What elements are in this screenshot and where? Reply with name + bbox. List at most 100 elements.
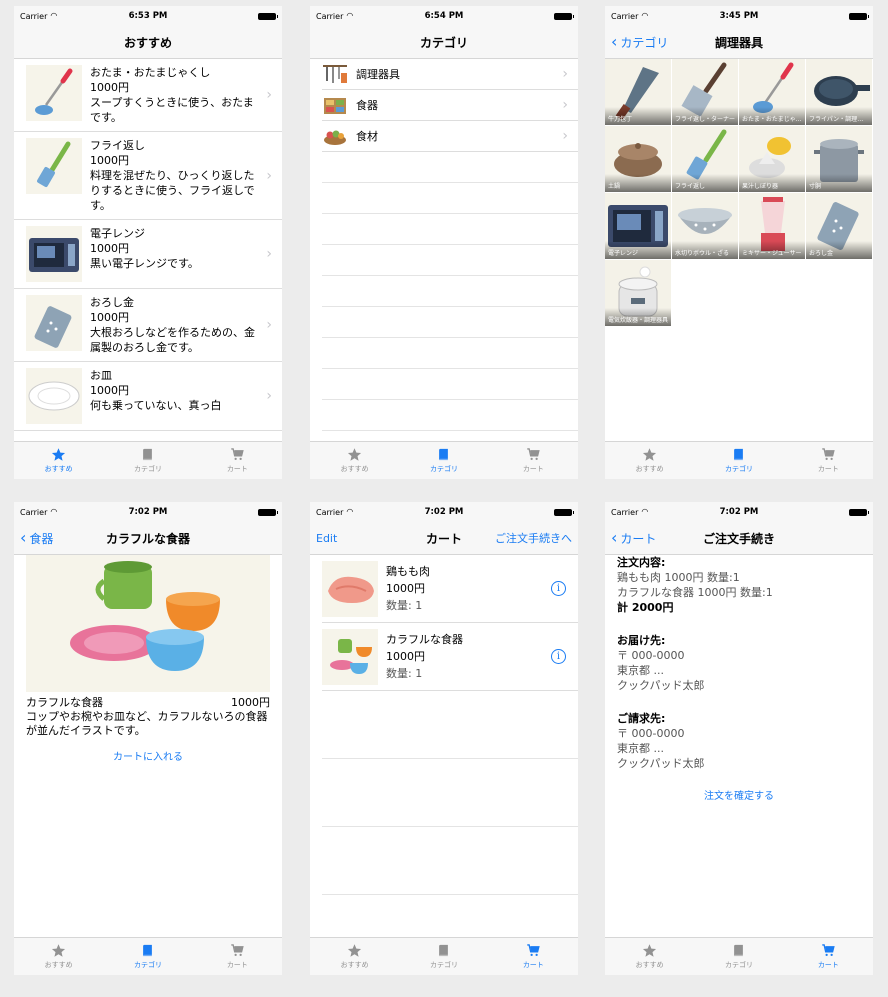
grid-item[interactable]: フライ返し bbox=[672, 126, 738, 192]
clock: 6:54 PM bbox=[424, 11, 464, 21]
grid-item[interactable]: ミキサー・ジューサー bbox=[739, 193, 805, 259]
checkout-button[interactable]: ご注文手続きへ bbox=[495, 530, 572, 546]
item-price: 1000円 bbox=[90, 384, 129, 397]
billing-line: 東京都 ... bbox=[617, 742, 664, 755]
tab-label: カテゴリ bbox=[133, 465, 162, 473]
grid-caption: 電子レンジ bbox=[605, 241, 671, 259]
item-price: 1000円 bbox=[90, 311, 129, 324]
nav-bar: おすすめ bbox=[14, 26, 282, 59]
nav-bar: ‹ カート ご注文手続き bbox=[605, 522, 873, 555]
cart-item-price: 1000円 bbox=[386, 582, 425, 595]
tab-recommend[interactable]: おすすめ bbox=[14, 938, 103, 975]
empty-row bbox=[322, 759, 578, 827]
add-to-cart-button[interactable]: カートに入れる bbox=[14, 748, 282, 763]
page-title: カート bbox=[425, 531, 462, 546]
confirm-order-button[interactable]: 注文を確定する bbox=[617, 789, 861, 804]
tab-category[interactable]: カテゴリ bbox=[694, 938, 783, 975]
status-bar: Carrier ◠ 7:02 PM bbox=[310, 502, 578, 522]
tab-recommend[interactable]: おすすめ bbox=[605, 938, 694, 975]
ladle-icon bbox=[26, 65, 82, 121]
tab-recommend[interactable]: おすすめ bbox=[310, 442, 399, 479]
tab-bar: おすすめ カテゴリ カート bbox=[605, 937, 873, 975]
info-icon[interactable]: i bbox=[551, 581, 566, 596]
tab-cart[interactable]: カート bbox=[489, 442, 578, 479]
tab-recommend[interactable]: おすすめ bbox=[14, 442, 103, 479]
tab-category[interactable]: カテゴリ bbox=[103, 938, 192, 975]
category-item[interactable]: 食材 › bbox=[322, 121, 578, 152]
back-button[interactable]: ‹ 食器 bbox=[20, 530, 53, 547]
grid-item[interactable]: おろし金 bbox=[806, 193, 872, 259]
grid-item[interactable]: 水切りボウル・ざる bbox=[672, 193, 738, 259]
tab-recommend[interactable]: おすすめ bbox=[605, 442, 694, 479]
tab-category[interactable]: カテゴリ bbox=[399, 938, 488, 975]
tab-cart[interactable]: カート bbox=[784, 442, 873, 479]
tab-cart[interactable]: カート bbox=[784, 938, 873, 975]
grid-item[interactable]: フライパン・調理器具 bbox=[806, 59, 872, 125]
chevron-right-icon: › bbox=[266, 388, 272, 404]
microwave-icon bbox=[26, 226, 82, 282]
empty-row bbox=[322, 214, 578, 245]
tab-label: カート bbox=[226, 465, 248, 473]
grid-item[interactable]: フライ返し・ターナー bbox=[672, 59, 738, 125]
list-item[interactable]: おたま・おたまじゃくし 1000円 スープすくうときに使う、おたまです。 › bbox=[14, 59, 282, 132]
cart-icon bbox=[230, 447, 245, 462]
empty-row bbox=[322, 827, 578, 895]
cart-icon bbox=[526, 447, 541, 462]
grid-item[interactable]: 果汁しぼり器 bbox=[739, 126, 805, 192]
tab-label: カート bbox=[522, 465, 544, 473]
grid-caption: フライ返し・ターナー bbox=[672, 107, 738, 125]
recommend-list[interactable]: おたま・おたまじゃくし 1000円 スープすくうときに使う、おたまです。 › フライ… bbox=[14, 59, 282, 441]
chevron-right-icon: › bbox=[266, 246, 272, 262]
grid-item[interactable]: おたま・おたまじゃくし bbox=[739, 59, 805, 125]
category-list[interactable]: 調理器具 › 食器 › 食材 › bbox=[310, 59, 578, 441]
tab-cart[interactable]: カート bbox=[193, 442, 282, 479]
cart-item-name: カラフルな食器 bbox=[386, 633, 463, 646]
tab-category[interactable]: カテゴリ bbox=[399, 442, 488, 479]
clock: 7:02 PM bbox=[128, 507, 168, 517]
cart-item[interactable]: 鶏もも肉 1000円 数量: 1 i bbox=[322, 555, 578, 623]
tab-cart[interactable]: カート bbox=[193, 938, 282, 975]
back-button[interactable]: ‹ カート bbox=[611, 530, 656, 547]
battery-icon bbox=[554, 12, 574, 20]
tab-category[interactable]: カテゴリ bbox=[103, 442, 192, 479]
list-item[interactable]: お皿 1000円 何も乗っていない、真っ白 › bbox=[14, 362, 282, 431]
book-icon bbox=[140, 447, 155, 462]
tab-label: おすすめ bbox=[44, 961, 73, 969]
cart-item[interactable]: カラフルな食器 1000円 数量: 1 i bbox=[322, 623, 578, 691]
star-icon bbox=[642, 943, 657, 958]
billing-line: 〒 000-0000 bbox=[617, 727, 685, 740]
shipping-line: 〒 000-0000 bbox=[617, 649, 685, 662]
tab-category[interactable]: カテゴリ bbox=[694, 442, 783, 479]
screen-cart: Carrier ◠ 7:02 PM Edit カート ご注文手続きへ 鶏もも肉 10… bbox=[310, 502, 578, 975]
grid-item[interactable]: 土鍋 bbox=[605, 126, 671, 192]
grid-item[interactable]: 寸胴 bbox=[806, 126, 872, 192]
info-icon[interactable]: i bbox=[551, 649, 566, 664]
product-grid[interactable]: 牛刀包丁 フライ返し・ターナー おたま・おたまじゃくし フライパン・調理器具 土… bbox=[605, 59, 873, 441]
screen-utensils-grid: Carrier ◠ 3:45 PM ‹ カテゴリ 調理器具 牛刀包丁 フライ返し・タ… bbox=[605, 6, 873, 479]
grid-item[interactable]: 電気炊飯器・調理器具 bbox=[605, 260, 671, 326]
item-price: 1000円 bbox=[90, 242, 129, 255]
edit-button[interactable]: Edit bbox=[316, 532, 337, 545]
clock: 6:53 PM bbox=[128, 11, 168, 21]
billing-heading: ご請求先: bbox=[617, 712, 666, 725]
chevron-right-icon: › bbox=[266, 87, 272, 103]
cart-list[interactable]: 鶏もも肉 1000円 数量: 1 i カラフルな食器 1000円 数量: 1 i bbox=[310, 555, 578, 937]
tab-label: おすすめ bbox=[340, 961, 369, 969]
shipping-heading: お届け先: bbox=[617, 634, 666, 647]
plate-icon bbox=[26, 368, 82, 424]
list-item[interactable]: 電子レンジ 1000円 黒い電子レンジです。 › bbox=[14, 220, 282, 289]
category-item[interactable]: 食器 › bbox=[322, 90, 578, 121]
grid-item[interactable]: 牛刀包丁 bbox=[605, 59, 671, 125]
tab-label: おすすめ bbox=[635, 961, 664, 969]
empty-row bbox=[322, 152, 578, 183]
chevron-left-icon: ‹ bbox=[611, 32, 618, 51]
back-button[interactable]: ‹ カテゴリ bbox=[611, 34, 668, 51]
tab-cart[interactable]: カート bbox=[489, 938, 578, 975]
category-item[interactable]: 調理器具 › bbox=[322, 59, 578, 90]
list-item[interactable]: おろし金 1000円 大根おろしなどを作るための、金属製のおろし金です。 › bbox=[14, 289, 282, 362]
grid-item[interactable]: 電子レンジ bbox=[605, 193, 671, 259]
list-item[interactable]: フライ返し 1000円 料理を混ぜたり、ひっくり返したりするときに使う、フライ返しで… bbox=[14, 132, 282, 220]
star-icon bbox=[51, 943, 66, 958]
nav-bar: カテゴリ bbox=[310, 26, 578, 59]
tab-recommend[interactable]: おすすめ bbox=[310, 938, 399, 975]
